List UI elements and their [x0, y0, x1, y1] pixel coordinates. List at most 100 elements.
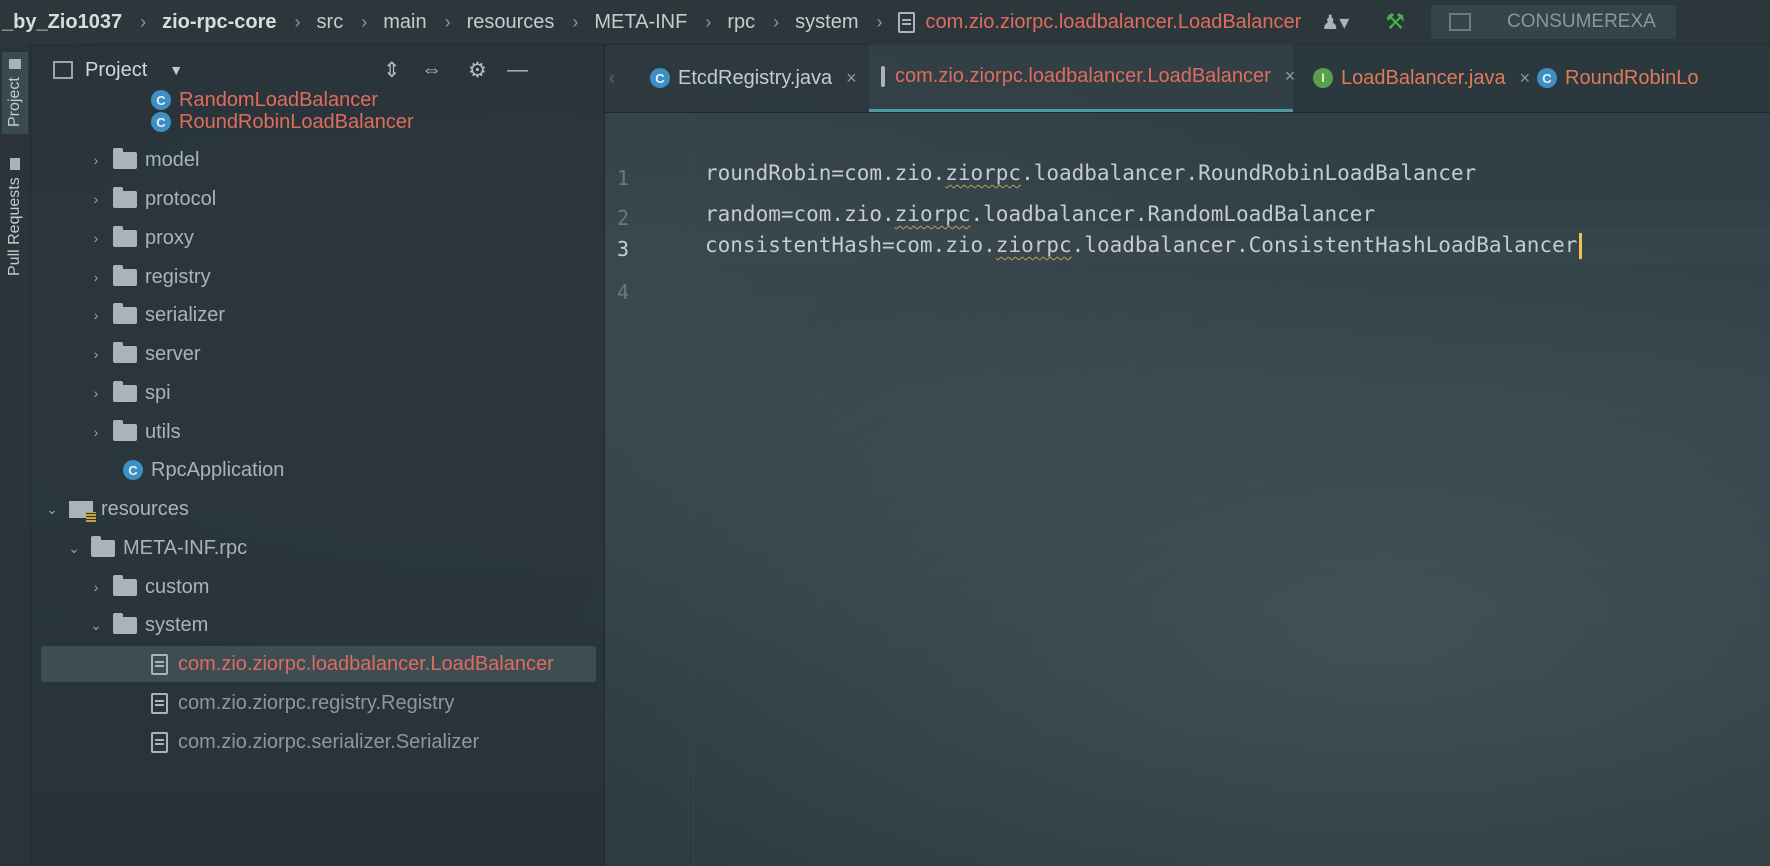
minimize-icon[interactable]: —	[507, 58, 528, 82]
tree-item-label: RoundRobinLoadBalancer	[179, 110, 414, 133]
breadcrumb-system[interactable]: system	[795, 11, 858, 34]
breadcrumb-project[interactable]: _by_Zio1037	[2, 11, 122, 34]
tree-item-label: server	[145, 342, 201, 365]
chevron-right-icon[interactable]: ›	[89, 579, 103, 595]
gear-icon[interactable]: ⚙	[468, 58, 487, 83]
breadcrumb-file-label: com.zio.ziorpc.loadbalancer.LoadBalancer	[925, 10, 1302, 33]
code-text-typo: ziorpc	[995, 233, 1072, 257]
tree-item[interactable]: ⌄ system	[31, 607, 604, 643]
scroll-tabs-left-icon[interactable]: ‹	[609, 68, 615, 89]
breadcrumb-module[interactable]: zio-rpc-core	[162, 11, 276, 34]
class-icon: C	[650, 68, 670, 88]
code-text-typo: ziorpc	[945, 161, 1022, 185]
interface-icon: I	[1313, 68, 1333, 88]
tree-item-label: spi	[145, 381, 171, 404]
line-number-current: 3	[617, 237, 630, 261]
chevron-right-icon[interactable]: ›	[89, 230, 103, 246]
tree-item-label: META-INF.rpc	[123, 536, 248, 559]
breadcrumb-rpc[interactable]: rpc	[727, 11, 755, 34]
close-icon[interactable]: ×	[1285, 66, 1296, 87]
editor-area: ‹ C EtcdRegistry.java × com.zio.ziorpc.l…	[605, 44, 1770, 866]
code-text-typo: ziorpc	[894, 202, 971, 226]
chevron-right-icon: ›	[572, 11, 579, 32]
editor-tab-bar: ‹ C EtcdRegistry.java × com.zio.ziorpc.l…	[605, 44, 1770, 113]
folder-icon	[9, 59, 21, 70]
breadcrumb-file[interactable]: com.zio.ziorpc.loadbalancer.LoadBalancer	[898, 11, 1301, 34]
tree-item-label: com.zio.ziorpc.loadbalancer.LoadBalancer	[178, 652, 554, 675]
tree-item-selected[interactable]: com.zio.ziorpc.loadbalancer.LoadBalancer	[41, 646, 596, 682]
line-number: 2	[617, 206, 630, 230]
build-hammer-icon[interactable]: ⚒	[1385, 9, 1405, 35]
class-icon: C	[123, 460, 143, 480]
folder-icon	[113, 574, 137, 596]
close-icon[interactable]: ×	[846, 68, 857, 89]
folder-icon	[113, 264, 137, 286]
tree-item-label: custom	[145, 575, 210, 598]
line-number: 4	[617, 280, 630, 304]
chevron-right-icon[interactable]: ›	[89, 307, 103, 323]
tab-roundrobin[interactable]: C RoundRobinLo	[1527, 44, 1708, 112]
tree-item[interactable]: ⌄ META-INF.rpc	[31, 530, 604, 566]
code-line[interactable]: consistentHash=com.zio.ziorpc.loadbalanc…	[705, 233, 1583, 259]
project-panel-title[interactable]: Project	[85, 59, 147, 82]
tree-item[interactable]: C RpcApplication	[31, 452, 604, 488]
tree-item[interactable]: › serializer	[31, 297, 604, 333]
chevron-right-icon[interactable]: ›	[89, 152, 103, 168]
chevron-right-icon[interactable]: ›	[89, 424, 103, 440]
tree-item[interactable]: C RoundRobinLoadBalancer	[31, 104, 604, 140]
properties-file-icon	[151, 653, 168, 675]
properties-file-icon	[898, 11, 916, 33]
breadcrumb-meta-inf[interactable]: META-INF	[594, 11, 687, 34]
collapse-all-icon[interactable]: ⇔	[421, 58, 442, 82]
tree-item-label: RpcApplication	[151, 458, 285, 481]
tree-item[interactable]: ⌄ resources	[31, 491, 604, 527]
tab-label: EtcdRegistry.java	[678, 66, 833, 89]
side-tab-pull-requests[interactable]: Pull Requests	[2, 152, 28, 282]
properties-file-icon	[151, 731, 168, 753]
run-configuration-label: CONSUMEREXA	[1506, 11, 1656, 32]
text-caret	[1579, 233, 1583, 259]
tree-item[interactable]: › custom	[31, 569, 604, 605]
chevron-down-icon[interactable]: ⌄	[89, 617, 103, 634]
code-text: .loadbalancer.ConsistentHashLoadBalancer	[1071, 233, 1578, 257]
tree-item[interactable]: › server	[31, 336, 604, 372]
expand-all-icon[interactable]: ⇕	[383, 58, 401, 83]
tree-item[interactable]: › registry	[31, 259, 604, 295]
chevron-down-icon[interactable]: ⌄	[67, 540, 81, 557]
chevron-right-icon[interactable]: ›	[89, 385, 103, 401]
side-tab-project[interactable]: Project	[2, 52, 28, 134]
chevron-right-icon[interactable]: ›	[89, 191, 103, 207]
chevron-right-icon[interactable]: ›	[89, 346, 103, 362]
tree-item[interactable]: › model	[31, 142, 604, 178]
tab-loadbalancer-properties[interactable]: com.zio.ziorpc.loadbalancer.LoadBalancer…	[869, 44, 1296, 112]
breadcrumb-main[interactable]: main	[383, 11, 426, 34]
folder-icon	[113, 380, 137, 402]
folder-icon	[113, 612, 137, 634]
tree-item-label: com.zio.ziorpc.serializer.Serializer	[178, 730, 480, 753]
chevron-right-icon: ›	[876, 11, 883, 32]
tree-item[interactable]: › protocol	[31, 181, 604, 217]
line-number-gutter: 1 2 3 4	[605, 113, 694, 866]
breadcrumb-resources[interactable]: resources	[467, 11, 555, 34]
tree-item[interactable]: › proxy	[31, 220, 604, 256]
run-configuration-selector[interactable]: CONSUMEREXA	[1430, 5, 1676, 39]
tab-etcd-registry[interactable]: C EtcdRegistry.java ×	[640, 44, 867, 112]
chevron-right-icon[interactable]: ›	[89, 269, 103, 285]
user-account-icon[interactable]: ♟▾	[1321, 10, 1349, 35]
folder-icon	[113, 225, 137, 247]
code-line[interactable]: random=com.zio.ziorpc.loadbalancer.Rando…	[705, 202, 1375, 226]
tree-item[interactable]: › spi	[31, 375, 604, 411]
tree-item[interactable]: › utils	[31, 414, 604, 450]
folder-icon	[113, 186, 137, 208]
code-line[interactable]: roundRobin=com.zio.ziorpc.loadbalancer.R…	[705, 161, 1476, 185]
tab-label: RoundRobinLo	[1565, 66, 1699, 89]
breadcrumb-src[interactable]: src	[317, 11, 344, 34]
chevron-down-icon[interactable]: ▼	[169, 62, 183, 78]
chevron-down-icon[interactable]: ⌄	[45, 501, 59, 518]
folder-icon	[113, 419, 137, 441]
folder-icon	[91, 535, 115, 557]
tree-item[interactable]: com.zio.ziorpc.registry.Registry	[31, 685, 604, 721]
tab-loadbalancer-java[interactable]: I LoadBalancer.java ×	[1303, 44, 1540, 112]
tree-item[interactable]: com.zio.ziorpc.serializer.Serializer	[31, 724, 604, 760]
properties-file-icon	[881, 66, 885, 87]
